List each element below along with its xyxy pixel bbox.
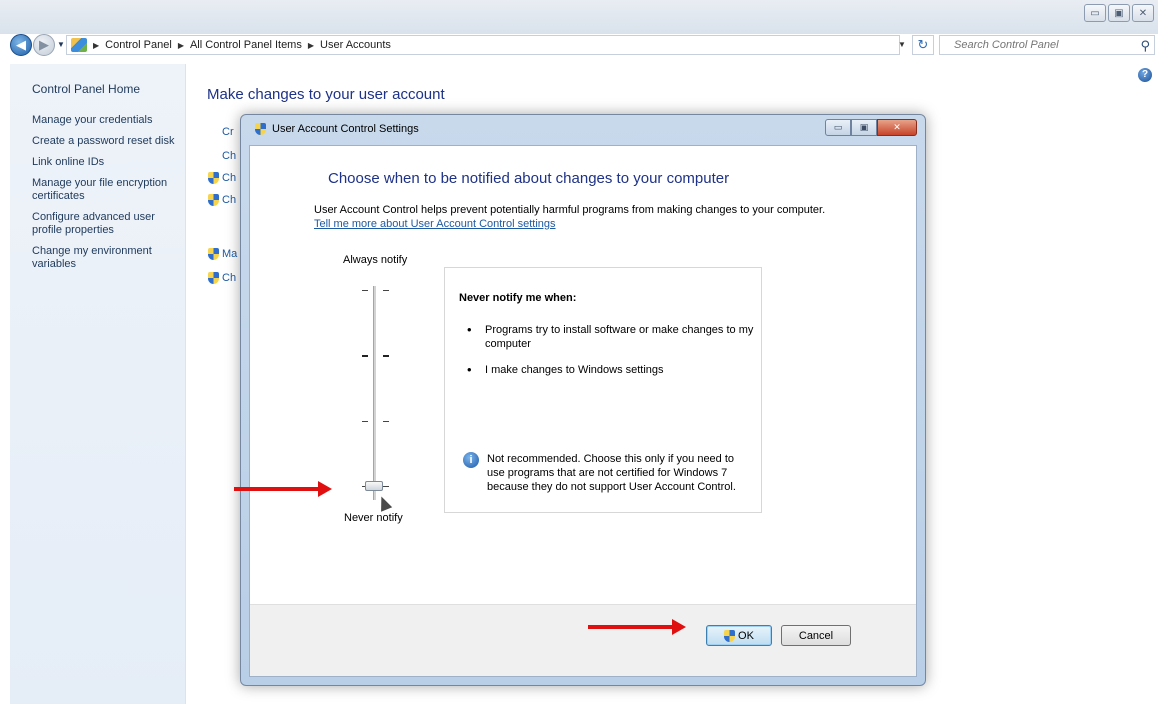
dialog-heading: Choose when to be notified about changes… xyxy=(328,170,730,187)
breadcrumb-separator-icon[interactable]: ▶ xyxy=(93,41,99,50)
breadcrumb-user-accounts[interactable]: User Accounts xyxy=(320,39,391,51)
level-description-title: Never notify me when: xyxy=(459,292,577,304)
recent-pages-dropdown-icon[interactable]: ▼ xyxy=(57,40,65,49)
sidebar-control-panel-home[interactable]: Control Panel Home xyxy=(32,82,185,96)
uac-shield-icon xyxy=(724,629,736,642)
dialog-maximize-button[interactable]: ▣ xyxy=(851,119,877,136)
notification-level-slider[interactable] xyxy=(373,286,376,500)
sidebar: Control Panel Home Manage your credentia… xyxy=(10,64,186,704)
account-link-5-label: Ma xyxy=(222,248,238,260)
account-link-2[interactable]: Ch xyxy=(222,150,236,162)
search-icon[interactable]: ⚲ xyxy=(1140,38,1150,54)
dialog-body: Choose when to be notified about changes… xyxy=(249,145,917,677)
account-link-6[interactable]: Ch xyxy=(208,272,236,284)
slider-thumb[interactable] xyxy=(365,481,383,491)
slider-bottom-label: Never notify xyxy=(344,512,403,524)
list-item: I make changes to Windows settings xyxy=(465,363,755,377)
breadcrumb-separator-icon[interactable]: ▶ xyxy=(178,41,184,50)
ok-button-label: OK xyxy=(738,629,754,642)
refresh-icon: ↻ xyxy=(917,37,929,52)
account-link-4-label: Ch xyxy=(222,194,237,206)
dialog-minimize-button[interactable]: ▭ xyxy=(825,119,851,136)
address-dropdown-icon[interactable]: ▼ xyxy=(898,40,906,49)
learn-more-link[interactable]: Tell me more about User Account Control … xyxy=(314,218,556,230)
slider-tick xyxy=(362,420,368,422)
back-button[interactable]: ◀ xyxy=(10,34,32,56)
control-panel-icon xyxy=(71,38,87,52)
account-link-5[interactable]: Ma xyxy=(208,248,237,260)
info-icon: i xyxy=(463,452,479,468)
slider-tick xyxy=(383,290,389,291)
mouse-cursor-icon xyxy=(375,494,393,512)
account-link-3[interactable]: Ch xyxy=(208,172,236,184)
search-box[interactable]: ⚲ xyxy=(939,35,1155,55)
annotation-arrow-slider xyxy=(234,481,332,497)
dialog-title-bar: User Account Control Settings xyxy=(255,123,419,135)
account-link-3-label: Ch xyxy=(222,172,237,184)
shield-icon xyxy=(208,172,219,184)
sidebar-item-password-reset-disk[interactable]: Create a password reset disk xyxy=(32,135,182,148)
back-arrow-icon: ◀ xyxy=(16,37,26,52)
close-button[interactable]: ✕ xyxy=(1132,4,1154,22)
minimize-button[interactable]: ▭ xyxy=(1084,4,1106,22)
forward-arrow-icon: ▶ xyxy=(39,37,49,52)
uac-shield-icon xyxy=(255,123,266,135)
level-description-box: Never notify me when: Programs try to in… xyxy=(444,267,762,513)
maximize-button[interactable]: ▣ xyxy=(1108,4,1130,22)
list-item: Programs try to install software or make… xyxy=(465,323,755,351)
page-title: Make changes to your user account xyxy=(207,86,445,103)
account-link-4[interactable]: Ch xyxy=(208,194,236,206)
sidebar-item-file-encryption[interactable]: Manage your file encryption certificates xyxy=(32,177,182,203)
uac-settings-dialog: User Account Control Settings ▭ ▣ ✕ Choo… xyxy=(240,114,926,686)
shield-icon xyxy=(208,194,219,206)
help-icon[interactable]: ? xyxy=(1138,68,1152,82)
cancel-button[interactable]: Cancel xyxy=(781,625,851,646)
shield-icon xyxy=(208,272,219,284)
dialog-description: User Account Control helps prevent poten… xyxy=(314,204,826,216)
slider-top-label: Always notify xyxy=(343,254,408,266)
window-controls: ▭ ▣ ✕ xyxy=(1084,4,1154,22)
breadcrumb-separator-icon[interactable]: ▶ xyxy=(308,41,314,50)
account-link-6-label: Ch xyxy=(222,272,237,284)
sidebar-item-environment-variables[interactable]: Change my environment variables xyxy=(32,245,182,271)
dialog-footer: OK Cancel xyxy=(250,604,916,676)
sidebar-item-link-online-ids[interactable]: Link online IDs xyxy=(32,156,182,169)
slider-tick xyxy=(362,355,368,358)
slider-tick xyxy=(362,290,368,291)
breadcrumb-control-panel[interactable]: Control Panel xyxy=(105,39,172,51)
annotation-arrow-ok xyxy=(588,619,686,635)
forward-button[interactable]: ▶ xyxy=(33,34,55,56)
sidebar-item-manage-credentials[interactable]: Manage your credentials xyxy=(32,114,182,127)
level-warning-note: Not recommended. Choose this only if you… xyxy=(487,453,736,493)
window-title-bar: ▭ ▣ ✕ xyxy=(0,0,1158,34)
slider-tick xyxy=(383,486,389,487)
breadcrumb-all-items[interactable]: All Control Panel Items xyxy=(190,39,302,51)
ok-button[interactable]: OK xyxy=(706,625,772,646)
refresh-button[interactable]: ↻ xyxy=(912,35,934,55)
slider-tick xyxy=(383,420,389,422)
slider-tick xyxy=(383,355,389,358)
control-panel-window: ▭ ▣ ✕ ◀ ▶ ▼ ▶ Control Panel ▶ All Contro… xyxy=(0,0,1158,711)
account-link-1[interactable]: Cr xyxy=(222,126,234,138)
shield-icon xyxy=(208,248,219,260)
level-description-list: Programs try to install software or make… xyxy=(465,323,755,389)
address-bar: ◀ ▶ ▼ ▶ Control Panel ▶ All Control Pane… xyxy=(0,34,1158,58)
breadcrumb[interactable]: ▶ Control Panel ▶ All Control Panel Item… xyxy=(66,35,900,55)
sidebar-item-advanced-profile[interactable]: Configure advanced user profile properti… xyxy=(32,211,182,237)
dialog-close-button[interactable]: ✕ xyxy=(877,119,917,136)
search-input[interactable] xyxy=(954,39,1124,51)
dialog-window-controls: ▭ ▣ ✕ xyxy=(825,119,917,136)
dialog-title: User Account Control Settings xyxy=(272,123,419,135)
